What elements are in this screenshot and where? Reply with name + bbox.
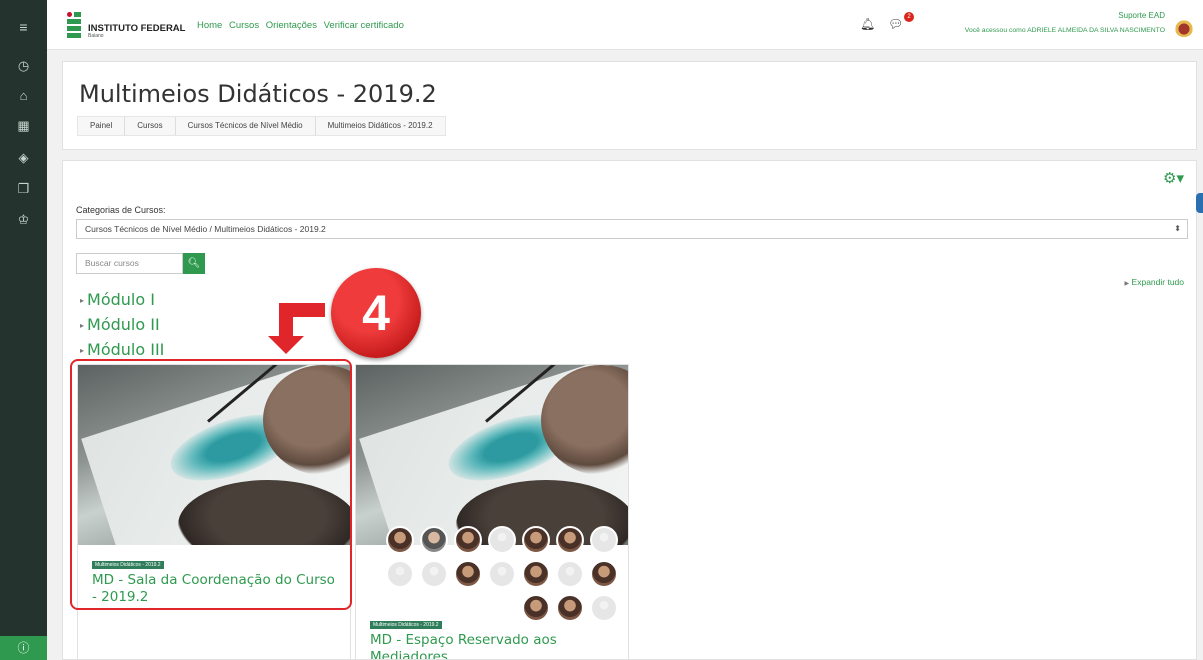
caret-right-icon: ▸ <box>80 321 85 330</box>
search-icon[interactable]: 🔍︎ <box>183 253 205 274</box>
category-select[interactable]: Cursos Técnicos de Nível Médio / Multime… <box>76 219 1188 239</box>
nav-verificar-certificado[interactable]: Verificar certificado <box>324 20 404 31</box>
caret-right-icon: ▸ <box>80 346 85 355</box>
page-header: Multimeios Didáticos - 2019.2 Painel Cur… <box>62 61 1197 150</box>
step-arrow-icon <box>279 303 293 338</box>
gear-icon[interactable]: ⚙▾ <box>1163 169 1184 187</box>
contact-avatar[interactable] <box>556 560 584 588</box>
top-navbar: INSTITUTO FEDERAL Baiano Home Cursos Ori… <box>47 0 1203 50</box>
files-icon[interactable]: ❐ <box>0 181 47 197</box>
caret-right-icon: ▶ <box>1124 281 1130 287</box>
module-item[interactable]: ▸ Módulo I <box>80 290 155 309</box>
expand-all-link[interactable]: ▶ Expandir tudo <box>1125 277 1184 287</box>
nav-cursos[interactable]: Cursos <box>229 20 259 31</box>
logo-dot <box>67 12 72 17</box>
user-role[interactable]: Suporte EAD <box>1118 11 1165 20</box>
sidebar: ≡ ◷ ⌂ ▦ ◈ ❐ ♔ ⓘ <box>0 0 47 660</box>
module-label: Módulo III <box>87 340 165 359</box>
nav-home[interactable]: Home <box>197 20 222 31</box>
logo-square <box>74 12 81 17</box>
breadcrumb-current[interactable]: Multimeios Didáticos - 2019.2 <box>316 117 445 135</box>
main-nav: Home Cursos Orientações Verificar certif… <box>197 20 408 31</box>
graduation-cap-icon[interactable]: ♔ <box>0 212 47 228</box>
breadcrumb-painel[interactable]: Painel <box>78 117 126 135</box>
user-avatar[interactable] <box>1174 17 1194 37</box>
course-card[interactable]: Multimeios Didáticos - 2019.2 MD - Espaç… <box>355 364 629 659</box>
module-label: Módulo II <box>87 315 160 334</box>
user-login-as[interactable]: Você acessou como ADRIELE ALMEIDA DA SIL… <box>965 27 1165 34</box>
institution-logo[interactable]: INSTITUTO FEDERAL Baiano <box>67 10 185 40</box>
contact-avatar[interactable] <box>522 526 550 554</box>
nav-orientacoes[interactable]: Orientações <box>266 20 317 31</box>
bell-icon[interactable]: 🔔︎ <box>860 17 875 31</box>
page-title: Multimeios Didáticos - 2019.2 <box>79 80 437 108</box>
info-icon[interactable]: ⓘ <box>0 636 47 660</box>
contact-avatar[interactable] <box>556 526 584 554</box>
calendar-icon[interactable]: ▦ <box>0 118 47 134</box>
chat-icon[interactable]: 💬︎ <box>888 17 903 31</box>
dashboard-icon[interactable]: ◷ <box>0 58 47 74</box>
menu-icon[interactable]: ≡ <box>0 19 47 35</box>
contact-avatar[interactable] <box>556 594 584 622</box>
contact-avatar[interactable] <box>590 594 618 622</box>
contact-avatar[interactable] <box>454 526 482 554</box>
course-title[interactable]: MD - Espaço Reservado aos Mediadores <box>370 632 620 659</box>
contact-avatar[interactable] <box>386 560 414 588</box>
breadcrumb-cursos-tecnicos[interactable]: Cursos Técnicos de Nível Médio <box>176 117 316 135</box>
category-selected-value: Cursos Técnicos de Nível Médio / Multime… <box>85 224 326 234</box>
module-item[interactable]: ▸ Módulo III <box>80 340 164 359</box>
step-arrow-head-icon <box>268 336 304 354</box>
logo-square <box>74 33 81 38</box>
step-number-badge: 4 <box>331 268 421 358</box>
side-panel-tab[interactable] <box>1196 193 1203 213</box>
layers-icon[interactable]: ◈ <box>0 150 47 166</box>
contact-avatar[interactable] <box>488 526 516 554</box>
logo-square <box>67 26 74 31</box>
module-item[interactable]: ▸ Módulo II <box>80 315 160 334</box>
contact-avatar[interactable] <box>420 526 448 554</box>
expand-all-label: Expandir tudo <box>1131 277 1184 287</box>
contact-avatar[interactable] <box>522 594 550 622</box>
contact-avatar[interactable] <box>488 560 516 588</box>
contact-avatar[interactable] <box>522 560 550 588</box>
select-caret-icon: ⬍ <box>1174 224 1181 233</box>
category-label: Categorias de Cursos: <box>76 205 166 215</box>
caret-right-icon: ▸ <box>80 296 85 305</box>
home-icon[interactable]: ⌂ <box>0 88 47 104</box>
course-image[interactable] <box>356 365 628 545</box>
course-category-tag: Multimeios Didáticos - 2019.2 <box>370 621 442 629</box>
contact-avatar[interactable] <box>454 560 482 588</box>
message-badge: 2 <box>904 12 914 22</box>
logo-square <box>67 33 74 38</box>
step-highlight-box <box>70 359 352 610</box>
logo-square <box>74 26 81 31</box>
logo-square <box>67 19 74 24</box>
module-label: Módulo I <box>87 290 155 309</box>
search-input[interactable]: Buscar cursos <box>76 253 183 274</box>
breadcrumb: Painel Cursos Cursos Técnicos de Nível M… <box>77 116 446 136</box>
breadcrumb-cursos[interactable]: Cursos <box>125 117 176 135</box>
contact-avatar[interactable] <box>590 526 618 554</box>
logo-subtext: Baiano <box>88 33 104 39</box>
contact-avatar[interactable] <box>420 560 448 588</box>
logo-square <box>74 19 81 24</box>
contact-avatar[interactable] <box>590 560 618 588</box>
contact-avatar[interactable] <box>386 526 414 554</box>
